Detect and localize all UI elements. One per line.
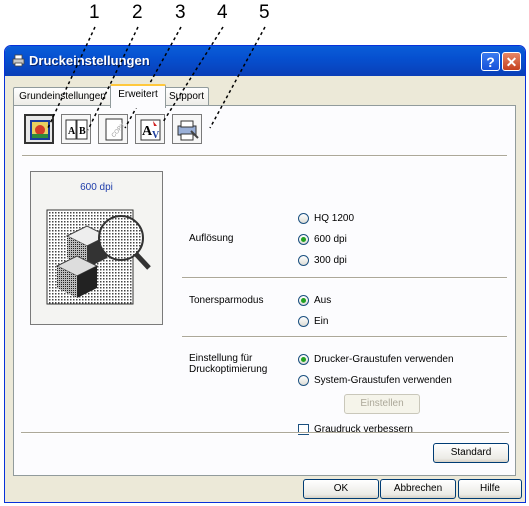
standard-button[interactable]: Standard bbox=[433, 443, 509, 463]
svg-text:V: V bbox=[152, 130, 160, 141]
print-settings-dialog: Druckeinstellungen ? ✕ Grundeinstellunge… bbox=[4, 45, 526, 503]
tab-advanced[interactable]: Erweitert bbox=[110, 84, 166, 108]
cancel-button[interactable]: Abbrechen bbox=[380, 479, 456, 499]
print-preview-box: 600 dpi bbox=[30, 171, 163, 325]
duplex-icon: A B bbox=[65, 119, 88, 140]
settings-button[interactable]: Einstellen bbox=[344, 394, 420, 414]
watermark-icon: COPY bbox=[105, 118, 126, 141]
toner-save-label: Tonersparmodus bbox=[189, 295, 264, 306]
window-title: Druckeinstellungen bbox=[29, 53, 150, 68]
print-quality-icon bbox=[30, 120, 50, 140]
watermark-button[interactable]: COPY bbox=[98, 114, 128, 144]
option-label: Graudruck verbessern bbox=[314, 424, 413, 435]
radio-button[interactable] bbox=[298, 213, 309, 224]
page-setting-icon: A V bbox=[140, 119, 161, 141]
print-quality-button[interactable] bbox=[24, 114, 54, 144]
radio-button-selected[interactable] bbox=[298, 295, 309, 306]
divider-top bbox=[22, 155, 507, 157]
duplex-button[interactable]: A B bbox=[61, 114, 91, 144]
preview-dpi-label: 600 dpi bbox=[80, 182, 113, 193]
svg-text:B: B bbox=[79, 126, 86, 137]
title-bar[interactable]: Druckeinstellungen ? ✕ bbox=[5, 46, 525, 76]
callout-number-5: 5 bbox=[259, 2, 270, 23]
advanced-tab-panel: A B COPY A V 600 dpi Auflösung HQ 1200 6… bbox=[13, 105, 516, 476]
divider-resolution bbox=[182, 277, 507, 279]
tab-basic[interactable]: Grundeinstellungen bbox=[13, 87, 112, 106]
print-optimization-label-line2: Druckoptimierung bbox=[189, 364, 268, 375]
option-label: 300 dpi bbox=[314, 255, 347, 266]
tab-support[interactable]: Support bbox=[164, 87, 209, 106]
option-label: Aus bbox=[314, 295, 332, 306]
callout-number-4: 4 bbox=[217, 2, 228, 23]
radio-button-selected[interactable] bbox=[298, 234, 309, 245]
svg-text:A: A bbox=[68, 126, 76, 137]
option-label: 600 dpi bbox=[314, 234, 347, 245]
help-button[interactable]: Hilfe bbox=[458, 479, 522, 499]
preview-image bbox=[46, 209, 151, 305]
close-button[interactable]: ✕ bbox=[502, 52, 521, 71]
page-setting-button[interactable]: A V bbox=[135, 114, 165, 144]
resolution-label: Auflösung bbox=[189, 233, 234, 244]
radio-button[interactable] bbox=[298, 316, 309, 327]
option-label: Drucker-Graustufen verwenden bbox=[314, 354, 454, 365]
device-options-icon bbox=[177, 120, 199, 141]
callout-number-3: 3 bbox=[175, 2, 186, 23]
ok-button[interactable]: OK bbox=[303, 479, 379, 499]
radio-button-selected[interactable] bbox=[298, 354, 309, 365]
callout-number-2: 2 bbox=[132, 2, 143, 23]
printer-icon bbox=[12, 54, 25, 67]
callout-number-1: 1 bbox=[89, 2, 100, 23]
divider-toner bbox=[182, 336, 507, 338]
help-title-button[interactable]: ? bbox=[481, 52, 500, 71]
option-label: HQ 1200 bbox=[314, 213, 355, 224]
divider-bottom bbox=[21, 432, 509, 434]
radio-button[interactable] bbox=[298, 375, 309, 386]
option-label: System-Graustufen verwenden bbox=[314, 375, 452, 386]
radio-button[interactable] bbox=[298, 255, 309, 266]
device-options-button[interactable] bbox=[172, 114, 202, 144]
option-label: Ein bbox=[314, 316, 329, 327]
